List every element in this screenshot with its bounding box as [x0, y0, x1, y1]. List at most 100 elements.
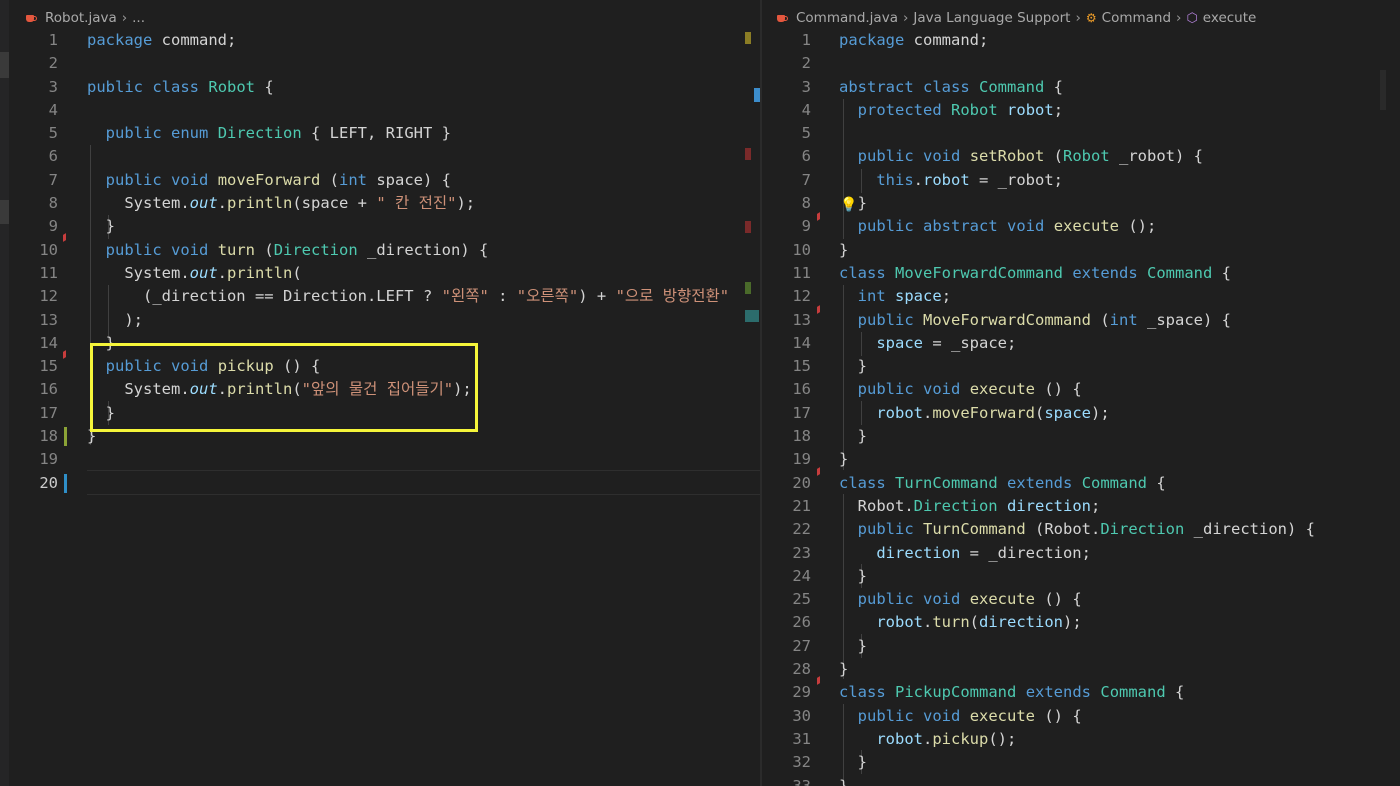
line-number: 11: [39, 263, 58, 282]
code-line[interactable]: 10 public void turn (Direction _directio…: [9, 239, 760, 262]
code-line[interactable]: 22 public TurnCommand (Robot.Direction _…: [762, 518, 1400, 541]
code-text: }: [839, 357, 867, 376]
code-line[interactable]: 10}: [762, 239, 1400, 262]
code-text: );: [87, 310, 143, 329]
code-line[interactable]: 9 public abstract void execute ();: [762, 215, 1400, 238]
code-line[interactable]: 7 public void moveForward (int space) {: [9, 169, 760, 192]
breadcrumb-class[interactable]: Command: [1102, 10, 1171, 26]
code-line[interactable]: 19: [9, 448, 760, 471]
code-line[interactable]: 7 this.robot = _robot;: [762, 169, 1400, 192]
scroll-marker: [745, 310, 759, 322]
code-text: Robot.Direction direction;: [839, 496, 1101, 515]
git-change-marker: [64, 473, 67, 493]
code-line[interactable]: 8 System.out.println(space + " 칸 전진");: [9, 192, 760, 215]
code-line[interactable]: 27 }: [762, 635, 1400, 658]
chevron-right-icon: ›: [1176, 10, 1182, 26]
breadcrumb-language[interactable]: Java Language Support: [913, 10, 1070, 26]
code-line[interactable]: 11 System.out.println(: [9, 262, 760, 285]
line-number: 4: [48, 100, 58, 119]
code-line[interactable]: 21 Robot.Direction direction;: [762, 495, 1400, 518]
git-change-marker: [64, 427, 67, 447]
code-line[interactable]: 18 }: [762, 425, 1400, 448]
chevron-right-icon: ›: [121, 10, 128, 26]
activity-bar-edge: [0, 0, 9, 786]
line-number: 9: [801, 217, 811, 236]
line-number: 14: [39, 333, 58, 352]
code-text: public class Robot {: [87, 77, 274, 96]
code-line[interactable]: 4 protected Robot robot;: [762, 99, 1400, 122]
breadcrumb-rest[interactable]: ...: [132, 10, 145, 26]
breadcrumb-file[interactable]: Command.java: [796, 10, 898, 26]
code-line[interactable]: 8 }: [762, 192, 1400, 215]
code-line[interactable]: 2: [762, 52, 1400, 75]
line-number: 26: [792, 613, 811, 632]
code-line[interactable]: 16 public void execute () {: [762, 378, 1400, 401]
code-line[interactable]: 17 robot.moveForward(space);: [762, 402, 1400, 425]
line-number: 33: [792, 776, 811, 786]
code-text: package command;: [839, 31, 989, 49]
line-number: 1: [48, 31, 58, 49]
chevron-right-icon: ›: [902, 10, 909, 26]
line-number: 19: [39, 450, 58, 469]
code-line[interactable]: 23 direction = _direction;: [762, 542, 1400, 565]
editor-pane-robot: Robot.java › ... 1 package command; 2 3 publ…: [9, 0, 760, 786]
activity-marker: [0, 52, 9, 78]
line-number: 3: [801, 77, 811, 96]
code-text: }: [839, 660, 849, 679]
code-text: robot.moveForward(space);: [876, 403, 1110, 422]
code-line[interactable]: 32 }: [762, 751, 1400, 774]
breadcrumb-method[interactable]: execute: [1203, 10, 1257, 26]
code-line[interactable]: 29 class PickupCommand extends Command {: [762, 681, 1400, 704]
code-line[interactable]: 12 int space;: [762, 285, 1400, 308]
line-number: 20: [792, 473, 811, 492]
code-line[interactable]: 28}: [762, 658, 1400, 681]
code-line[interactable]: 12 (_direction == Direction.LEFT ? "왼쪽" …: [9, 285, 760, 308]
code-line[interactable]: 3 public class Robot {: [9, 76, 760, 99]
code-line[interactable]: 31 robot.pickup();: [762, 728, 1400, 751]
java-file-icon: [25, 12, 38, 24]
breadcrumb-file[interactable]: Robot.java: [45, 10, 117, 26]
scrollbar-thumb[interactable]: [1380, 70, 1386, 110]
code-line[interactable]: 9 }: [9, 215, 760, 238]
line-number: 19: [792, 450, 811, 469]
lightbulb-icon[interactable]: 💡: [840, 196, 857, 214]
code-line[interactable]: 15 }: [762, 355, 1400, 378]
code-line[interactable]: 19}: [762, 448, 1400, 471]
line-number: 4: [801, 100, 811, 119]
code-text: protected Robot robot;: [857, 100, 1064, 119]
editor-pane-command: Command.java › Java Language Support › ⚙…: [762, 0, 1400, 786]
code-line[interactable]: 1 package command;: [762, 29, 1400, 52]
code-text: public void execute () {: [857, 380, 1082, 399]
code-text: public void execute () {: [857, 590, 1082, 609]
java-file-icon: [776, 12, 789, 24]
code-line[interactable]: 3 abstract class Command {: [762, 76, 1400, 99]
code-line[interactable]: 5 public enum Direction { LEFT, RIGHT }: [9, 122, 760, 145]
code-line[interactable]: 25 public void execute () {: [762, 588, 1400, 611]
current-line-highlight: [87, 470, 760, 495]
code-line[interactable]: 11 class MoveForwardCommand extends Comma…: [762, 262, 1400, 285]
code-line[interactable]: 26 robot.turn(direction);: [762, 611, 1400, 634]
code-text: }: [839, 636, 867, 655]
code-text: class TurnCommand extends Command {: [839, 473, 1166, 492]
code-editor-command[interactable]: 1 package command; 2 3 abstract class Comman…: [762, 29, 1400, 786]
code-line[interactable]: 5: [762, 122, 1400, 145]
code-line[interactable]: 33}: [762, 775, 1400, 786]
code-text: System.out.println(space + " 칸 전진");: [87, 194, 476, 213]
line-number: 6: [801, 147, 811, 166]
code-line[interactable]: 4: [9, 99, 760, 122]
code-line[interactable]: 1 package command;: [9, 29, 760, 52]
code-line[interactable]: 13 public MoveForwardCommand (int _space…: [762, 309, 1400, 332]
line-number: 14: [792, 333, 811, 352]
code-line[interactable]: 6 public void setRobot (Robot _robot) {: [762, 145, 1400, 168]
code-line[interactable]: 24 }: [762, 565, 1400, 588]
code-line[interactable]: 20 class TurnCommand extends Command {: [762, 472, 1400, 495]
code-text: package command;: [87, 31, 237, 49]
code-line[interactable]: 14 space = _space;: [762, 332, 1400, 355]
code-line[interactable]: 13 );: [9, 309, 760, 332]
code-line[interactable]: 6: [9, 145, 760, 168]
code-line[interactable]: 30 public void execute () {: [762, 705, 1400, 728]
code-text: public abstract void execute ();: [857, 217, 1157, 236]
code-line[interactable]: 2: [9, 52, 760, 75]
code-text: }: [839, 240, 849, 259]
code-text: System.out.println(: [87, 263, 302, 282]
